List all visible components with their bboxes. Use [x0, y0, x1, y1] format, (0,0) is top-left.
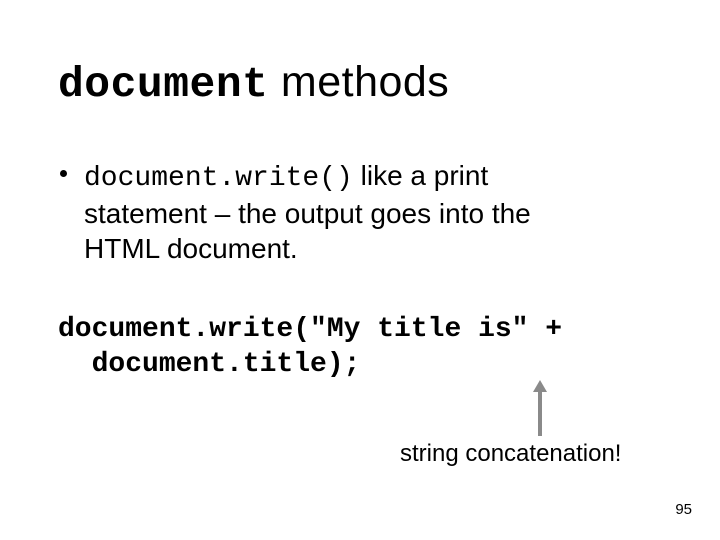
bullet-code: document.write(): [84, 163, 353, 194]
code-line-1: document.write("My title is" +: [58, 314, 562, 345]
bullet-rest-1: like a print: [353, 160, 488, 191]
title-code-word: document: [58, 60, 268, 109]
annotation-text: string concatenation!: [400, 440, 621, 468]
bullet-text: document.write() like a print statement …: [84, 158, 662, 266]
bullet-dot-icon: [60, 170, 67, 177]
bullet-line-3: HTML document.: [84, 233, 298, 264]
title-rest: methods: [268, 58, 449, 106]
slide-title: document methods: [58, 58, 449, 109]
bullet-line-2: statement – the output goes into the: [84, 198, 531, 229]
arrow-icon: [530, 380, 550, 438]
code-block: document.write("My title is" + document.…: [58, 312, 678, 382]
slide: document methods document.write() like a…: [0, 0, 720, 540]
page-number: 95: [675, 501, 692, 518]
code-line-2: document.title);: [58, 349, 360, 380]
bullet-item: document.write() like a print statement …: [62, 158, 662, 266]
